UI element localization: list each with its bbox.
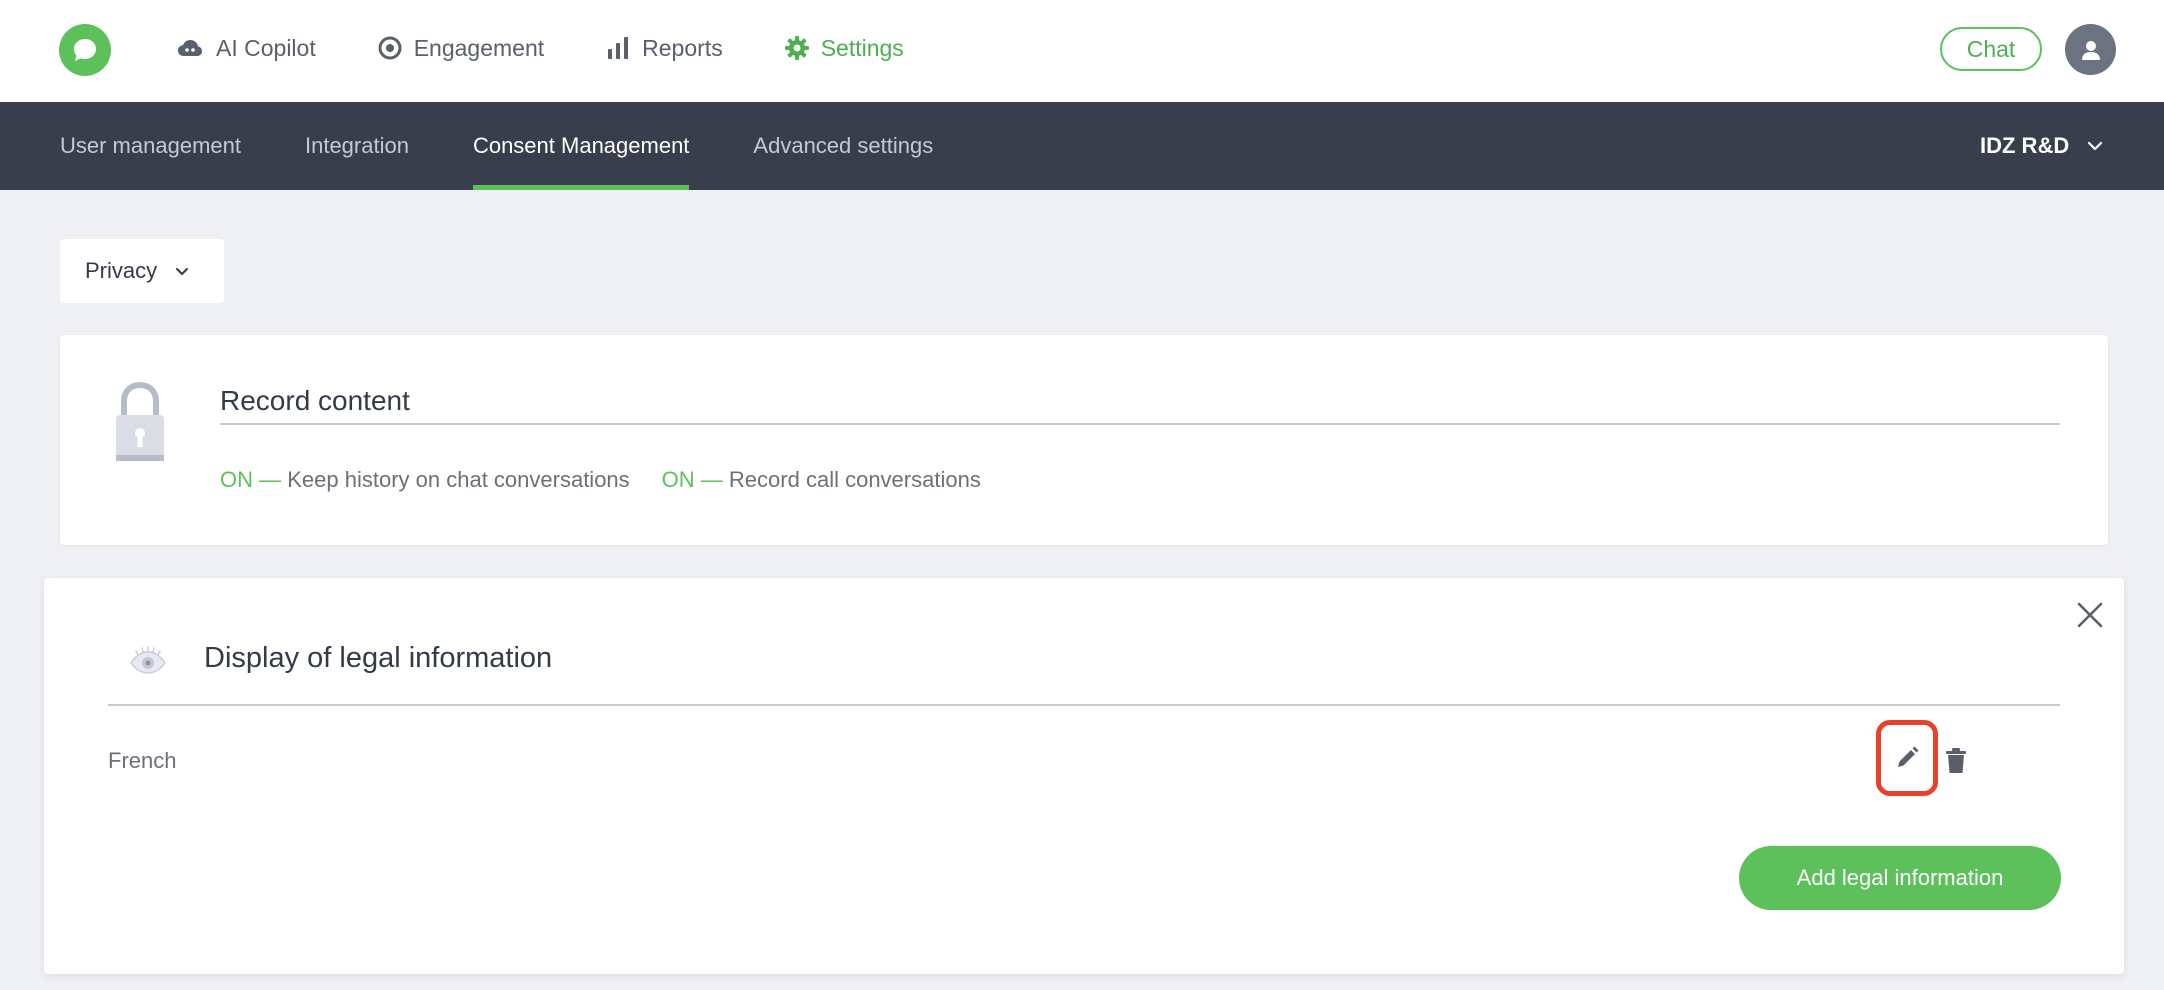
- divider: [220, 423, 2060, 425]
- eye-icon: [130, 646, 166, 674]
- tab-consent-management[interactable]: Consent Management: [472, 102, 690, 190]
- account-name: IDZ R&D: [1980, 133, 2070, 158]
- status-on: ON —: [220, 467, 282, 492]
- close-icon[interactable]: [2074, 599, 2106, 631]
- settings-tabs: User management Integration Consent Mana…: [60, 102, 997, 190]
- privacy-dropdown[interactable]: Privacy: [60, 239, 224, 303]
- nav-engagement[interactable]: Engagement: [378, 35, 544, 62]
- avatar[interactable]: [2065, 24, 2116, 75]
- legal-info-title: Display of legal information: [204, 642, 553, 674]
- chevron-down-icon: [176, 267, 189, 275]
- lock-icon: [116, 381, 164, 461]
- legal-info-card: Display of legal information French Add …: [44, 578, 2124, 974]
- top-bar: AI Copilot Engagement Reports Settings C…: [0, 0, 2164, 102]
- bar-chart-icon: [608, 37, 629, 59]
- chat-button[interactable]: Chat: [1940, 27, 2042, 71]
- option-text: Keep history on chat conversations: [287, 467, 630, 492]
- call-recording-option[interactable]: ON — Record call conversations: [662, 467, 981, 493]
- status-on: ON —: [661, 467, 723, 492]
- privacy-dropdown-value: Privacy: [85, 258, 158, 283]
- record-options: ON — Keep history on chat conversations …: [220, 467, 1013, 493]
- edit-button[interactable]: [1876, 720, 1938, 796]
- tab-user-management[interactable]: User management: [60, 102, 241, 190]
- account-selector[interactable]: IDZ R&D: [1980, 102, 2103, 190]
- cloud-icon: [178, 40, 202, 56]
- nav-ai-copilot-label: AI Copilot: [216, 34, 316, 61]
- tab-integration[interactable]: Integration: [305, 102, 409, 190]
- nav-reports-label: Reports: [642, 34, 723, 61]
- record-content-card: Record content ON — Keep history on chat…: [60, 335, 2108, 545]
- app-logo[interactable]: [59, 24, 111, 76]
- user-icon: [2081, 40, 2100, 60]
- nav-settings-label: Settings: [820, 34, 904, 61]
- nav-settings[interactable]: Settings: [784, 34, 904, 62]
- chevron-down-icon: [2088, 141, 2103, 151]
- nav-engagement-label: Engagement: [413, 34, 545, 61]
- settings-subnav: User management Integration Consent Mana…: [0, 102, 2164, 190]
- legal-language-label: French: [108, 748, 177, 773]
- tab-advanced-settings[interactable]: Advanced settings: [753, 102, 933, 190]
- divider: [108, 704, 2060, 706]
- main-nav: AI Copilot Engagement Reports Settings: [176, 0, 966, 96]
- add-legal-information-button[interactable]: Add legal information: [1739, 846, 2061, 910]
- pencil-icon: [1898, 746, 1919, 767]
- option-text: Record call conversations: [728, 467, 981, 492]
- trash-icon[interactable]: [1944, 748, 1968, 774]
- chat-bubble-icon: [74, 39, 96, 61]
- target-icon: [378, 36, 402, 60]
- chat-history-option[interactable]: ON — Keep history on chat conversations: [220, 467, 630, 493]
- record-content-title: Record content: [220, 385, 410, 416]
- nav-ai-copilot[interactable]: AI Copilot: [176, 35, 316, 62]
- nav-reports[interactable]: Reports: [606, 35, 723, 62]
- gear-icon: [784, 36, 809, 60]
